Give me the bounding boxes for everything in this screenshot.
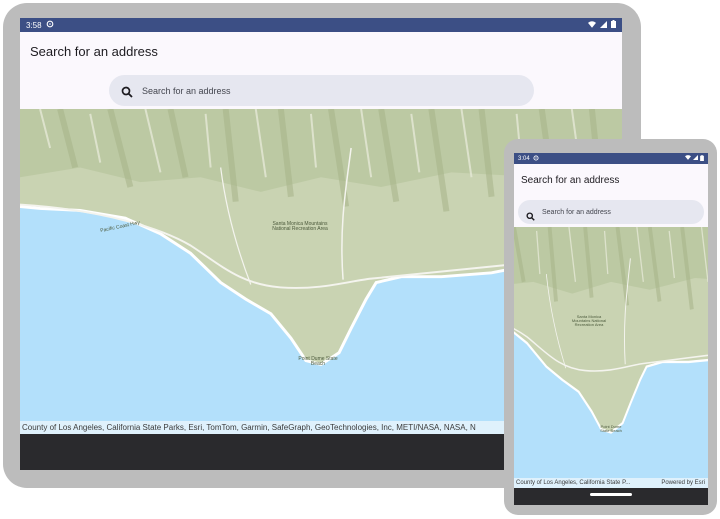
map-label-beach: Point Dume State Beach	[600, 424, 622, 433]
wifi-icon	[588, 20, 596, 30]
home-handle[interactable]	[590, 493, 632, 496]
phone-attribution-bar: County of Los Angeles, California State …	[514, 478, 708, 488]
search-bar[interactable]: Search for an address	[109, 75, 534, 106]
page-title: Search for an address	[30, 44, 158, 59]
phone-map-view[interactable]: Santa Monica Mountains National Recreati…	[514, 227, 708, 478]
search-input[interactable]: Search for an address	[142, 86, 231, 96]
battery-icon	[700, 154, 704, 163]
wifi-icon	[685, 155, 691, 162]
map-label-park: Santa Monica Mountains National Recreati…	[272, 221, 328, 232]
map-label-beach: Point Dume State Beach	[298, 356, 338, 367]
tablet-app-bar: Search for an address Search for an addr…	[20, 32, 622, 109]
phone-nav-bar	[514, 488, 708, 505]
status-time: 3:04	[518, 155, 530, 162]
search-input[interactable]: Search for an address	[542, 209, 611, 216]
search-bar[interactable]: Search for an address	[518, 200, 704, 224]
map-attribution: County of Los Angeles, California State …	[516, 480, 631, 486]
gear-icon	[46, 20, 54, 30]
tablet-status-bar: 3:58	[20, 18, 622, 32]
page-title: Search for an address	[521, 175, 620, 186]
status-time: 3:58	[26, 20, 42, 30]
phone-status-bar: 3:04	[514, 153, 708, 164]
gear-icon	[533, 154, 539, 163]
signal-icon	[600, 20, 607, 30]
search-icon	[121, 85, 133, 98]
search-icon	[526, 208, 535, 221]
map-label-park: Santa Monica Mountains National Recreati…	[571, 314, 607, 327]
map-terrain	[514, 227, 708, 478]
phone-app-bar: Search for an address Search for an addr…	[514, 164, 708, 227]
battery-icon	[611, 20, 616, 30]
powered-by-esri[interactable]: Powered by Esri	[661, 478, 705, 488]
signal-icon	[693, 155, 698, 162]
